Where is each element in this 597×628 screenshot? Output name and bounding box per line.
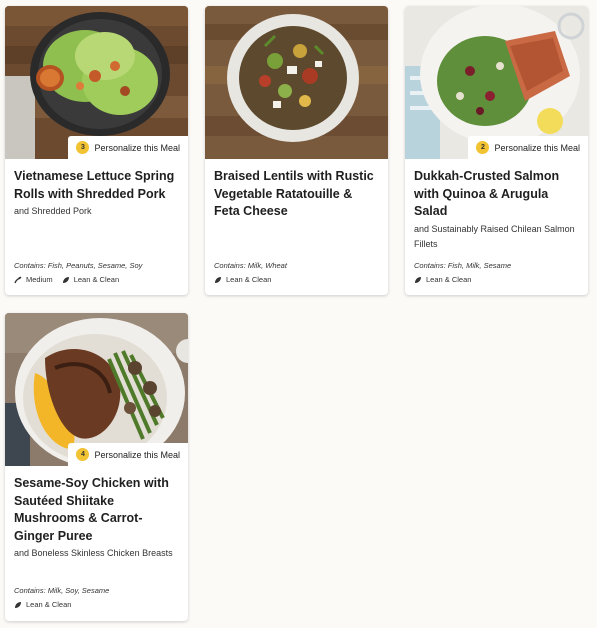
meal-photo[interactable]: 2 Personalize this Meal <box>405 6 588 159</box>
meal-tag: Lean & Clean <box>62 275 119 284</box>
meal-tag: Lean & Clean <box>214 275 271 284</box>
meal-photo[interactable] <box>205 6 388 159</box>
meal-subtitle: and Shredded Pork <box>14 206 92 216</box>
meal-subtitle: and Sustainably Raised Chilean Salmon Fi… <box>414 223 575 249</box>
personalize-button[interactable]: 2 Personalize this Meal <box>468 136 588 159</box>
leaf-icon <box>215 276 221 283</box>
meal-card[interactable]: 3 Personalize this Meal Vietnamese Lettu… <box>5 6 188 295</box>
chili-icon <box>14 276 22 283</box>
meal-photo[interactable]: 4 Personalize this Meal <box>5 313 188 466</box>
allergen-info: Contains: Fish, Peanuts, Sesame, Soy <box>14 261 143 270</box>
leaf-icon <box>415 276 421 283</box>
meal-title[interactable]: Braised Lentils with Rustic Vegetable Ra… <box>214 168 379 221</box>
meal-title[interactable]: Vietnamese Lettuce Spring Rolls with Shr… <box>14 168 179 203</box>
meal-card[interactable]: Braised Lentils with Rustic Vegetable Ra… <box>205 6 388 295</box>
meal-card[interactable]: 2 Personalize this Meal Dukkah-Crusted S… <box>405 6 588 295</box>
meal-tag: Lean & Clean <box>414 275 471 284</box>
allergen-info: Contains: Milk, Wheat <box>214 261 287 270</box>
meal-title[interactable]: Sesame-Soy Chicken with Sautéed Shiitake… <box>14 475 179 545</box>
meal-subtitle: and Boneless Skinless Chicken Breasts <box>14 548 173 558</box>
personalize-count-badge: 4 <box>76 448 90 461</box>
meal-tag: Medium <box>14 275 53 284</box>
personalize-label: Personalize this Meal <box>494 142 580 153</box>
meal-title[interactable]: Dukkah-Crusted Salmon with Quinoa & Arug… <box>414 168 579 221</box>
personalize-label: Personalize this Meal <box>94 449 180 460</box>
personalize-button[interactable]: 3 Personalize this Meal <box>68 136 188 159</box>
allergen-info: Contains: Fish, Milk, Sesame <box>414 261 512 270</box>
allergen-info: Contains: Milk, Soy, Sesame <box>14 586 110 595</box>
leaf-icon <box>15 601 21 608</box>
personalize-count-badge: 2 <box>476 141 490 154</box>
personalize-label: Personalize this Meal <box>94 142 180 153</box>
meal-card[interactable]: 4 Personalize this Meal Sesame-Soy Chick… <box>5 313 188 621</box>
meal-photo[interactable]: 3 Personalize this Meal <box>5 6 188 159</box>
personalize-button[interactable]: 4 Personalize this Meal <box>68 443 188 466</box>
personalize-count-badge: 3 <box>76 141 90 154</box>
meal-tag: Lean & Clean <box>14 600 71 609</box>
leaf-icon <box>62 276 69 283</box>
